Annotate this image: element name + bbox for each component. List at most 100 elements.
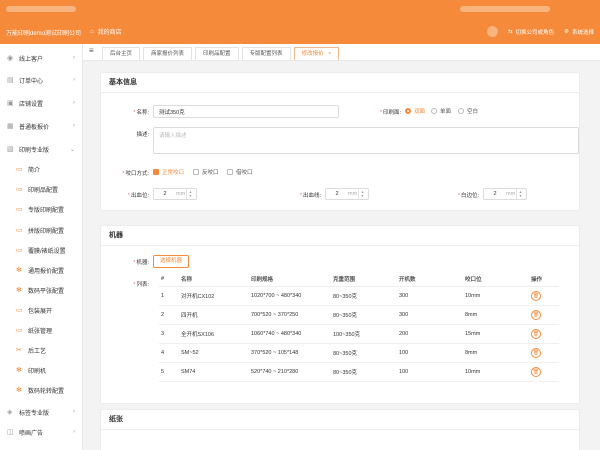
sidebar-sub-item[interactable]: ▭ 拼版印刷配置 — [0, 220, 83, 240]
sidebar-sub-item[interactable]: ▭ 覆膜/裱纸设置 — [0, 240, 83, 260]
sidebar-sub-item[interactable]: ▭ 包装展开 — [0, 300, 83, 320]
stepper-arrows[interactable]: ▲ ▼ — [358, 189, 366, 199]
stepper-arrows[interactable]: ▲ ▼ — [516, 189, 524, 199]
sidebar-sub-label: 纸张管理 — [28, 328, 53, 335]
bite-normal-checkbox[interactable]: 正常咬口 — [153, 168, 184, 176]
sidebar: ◉ 线上客户 › ▤ 订单中心 › ▣ 店铺设置 › ▦ 普通板报价 › ▧ 印… — [0, 44, 83, 450]
sidebar-item-print-pro[interactable]: ▧ 印刷专业版 ⌄ — [0, 139, 83, 159]
sidebar-sub-label: 印刷机 — [28, 368, 47, 375]
machine-card: 机器 *机器: 选择机器 *列表: # 名称 印刷规格 克重范围 开机数 咬口位… — [100, 225, 580, 404]
menu-icon[interactable]: ≡ — [89, 45, 99, 60]
notification-icon[interactable] — [486, 26, 498, 37]
switch-company-label: 切换公司或角色 — [515, 29, 555, 36]
bite-borrow-checkbox[interactable]: 借咬口 — [227, 168, 253, 176]
bleed-line-stepper[interactable]: 2 mm ▲ ▼ — [325, 188, 369, 200]
bite-label-text: 咬口方式: — [125, 171, 149, 177]
trash-icon[interactable]: 🗑 — [531, 309, 541, 320]
trash-icon[interactable]: 🗑 — [531, 347, 541, 358]
sidebar-sub-item[interactable]: ▭ 专版印刷配置 — [0, 199, 83, 219]
sidebar-sub-item[interactable]: ✻ 数码轮转配置 — [0, 380, 83, 400]
stepper-arrows[interactable]: ▲ ▼ — [186, 189, 194, 199]
doc-icon: ▭ — [16, 246, 23, 254]
sidebar-sub-item[interactable]: ▭ 印刷品配置 — [0, 179, 83, 199]
sidebar-sub-item[interactable]: ▭ 简介 — [0, 159, 83, 179]
print-side-label-text: 印刷面: — [382, 110, 401, 116]
tab-label: 后台主页 — [110, 51, 133, 57]
sidebar-item-label: 印刷专业版 — [19, 147, 50, 154]
trash-icon[interactable]: 🗑 — [531, 328, 541, 339]
order-icon: ▤ — [7, 76, 14, 84]
sidebar-item-spray-ad[interactable]: ◫ 喷画广告 › — [0, 422, 83, 442]
sidebar-sub-label: 后工艺 — [28, 348, 47, 355]
close-icon[interactable]: × — [328, 51, 331, 57]
checkbox-label: 反咬口 — [202, 170, 219, 176]
stepper-unit: mm — [348, 191, 358, 197]
tab-quote-list[interactable]: 商家报价列表 — [143, 47, 193, 60]
sidebar-item-order-center[interactable]: ▤ 订单中心 › — [0, 70, 83, 90]
print-side-double-radio[interactable]: 双面 — [405, 107, 425, 115]
sidebar-item-online-customers[interactable]: ◉ 线上客户 › — [0, 48, 83, 68]
switch-company-button[interactable]: ⇆ 切换公司或角色 — [508, 28, 554, 36]
blurred-area — [460, 6, 550, 12]
cell: 80~350克 — [331, 305, 397, 325]
chevron-right-icon: › — [73, 55, 75, 61]
sidebar-item-label-pro[interactable]: ◈ 标签专业版 › — [0, 402, 83, 422]
sidebar-sub-item[interactable]: ▭ 纸张管理 — [0, 320, 83, 340]
checkbox-box — [153, 169, 159, 175]
system-select-button[interactable]: ⚙ 系统选择 — [564, 28, 594, 36]
tab-special-config[interactable]: 专版配置列表 — [241, 47, 291, 60]
select-machine-button[interactable]: 选择机器 — [153, 255, 190, 268]
bleed-line-label: *出血线: — [299, 193, 321, 199]
doc-icon: ▭ — [16, 185, 23, 193]
home-label: 我的商店 — [97, 30, 122, 36]
bleed-line-label-text: 出血线: — [302, 193, 321, 199]
tab-edit-quote[interactable]: 修改报价 × — [293, 47, 340, 60]
white-edge-stepper[interactable]: 2 mm ▲ ▼ — [483, 188, 527, 200]
sidebar-sub-label: 简介 — [28, 167, 41, 174]
cell: 🗑 — [529, 305, 559, 325]
company-name: 万能印刷demo测试印刷公司 — [6, 31, 82, 37]
tab-label: 商家报价列表 — [151, 51, 185, 57]
sidebar-sub-item[interactable]: ✻ 通用报价配置 — [0, 260, 83, 280]
chevron-down-icon: ▼ — [360, 194, 365, 198]
print-side-blank-radio[interactable]: 空白 — [458, 107, 478, 115]
bleed-label: *出血位: — [127, 193, 149, 199]
sidebar-sub-item[interactable]: ✻ 印刷机 — [0, 360, 83, 380]
sidebar-item-label: 标签专业版 — [19, 410, 50, 417]
home-link[interactable]: ⌂ 我的商店 — [90, 27, 122, 37]
tab-print-config[interactable]: 印刷品配置 — [195, 47, 239, 60]
sidebar-sub-item[interactable]: ✻ 数码平张配置 — [0, 280, 83, 300]
cell: 1 — [159, 286, 179, 306]
name-label-text: 名称: — [136, 110, 149, 116]
trash-icon[interactable]: 🗑 — [531, 290, 541, 301]
radio-label: 空白 — [467, 109, 479, 115]
cell: SM74 — [179, 362, 249, 382]
print-side-single-radio[interactable]: 单面 — [431, 107, 451, 115]
chevron-right-icon: › — [73, 409, 75, 415]
cell: 80~350克 — [331, 286, 397, 306]
tab-bar: ≡ 后台主页 商家报价列表 印刷品配置 专版配置列表 修改报价 × — [83, 44, 600, 61]
tab-home[interactable]: 后台主页 — [102, 47, 141, 60]
bite-reverse-checkbox[interactable]: 反咬口 — [193, 168, 219, 176]
basic-info-card: 基本信息 *名称: *印刷面: 双面 单面 空白 描述: 请输入描述 *咬口方式… — [100, 72, 580, 211]
sidebar-item-label: 订单中心 — [19, 78, 44, 85]
sidebar-sub-item[interactable]: ✂ 后工艺 — [0, 340, 83, 360]
column-header: 咬口位 — [463, 272, 529, 287]
sidebar-sub-label: 拼版印刷配置 — [28, 228, 65, 235]
radio-label: 单面 — [440, 109, 452, 115]
sidebar-item-shop-settings[interactable]: ▣ 店铺设置 › — [0, 93, 83, 113]
table-row: 4 SM~52 370*520 ~ 105*148 80~350克 100 8m… — [159, 343, 559, 363]
paper-card: 纸张 — [100, 409, 580, 450]
sidebar-sub-label: 专版印刷配置 — [28, 207, 65, 214]
sidebar-sub-label: 印刷品配置 — [28, 187, 59, 194]
name-input[interactable] — [153, 105, 339, 118]
radio-dot — [458, 108, 464, 114]
stepper-value: 2 — [335, 191, 339, 197]
trash-icon[interactable]: 🗑 — [531, 366, 541, 377]
print-icon: ▧ — [7, 145, 14, 153]
sidebar-item-normal-quote[interactable]: ▦ 普通板报价 › — [0, 116, 83, 136]
cell: 🗑 — [529, 343, 559, 363]
desc-textarea[interactable]: 请输入描述 — [153, 127, 579, 154]
tag-icon: ◈ — [7, 408, 13, 416]
bleed-stepper[interactable]: 2 mm ▲ ▼ — [153, 188, 197, 200]
